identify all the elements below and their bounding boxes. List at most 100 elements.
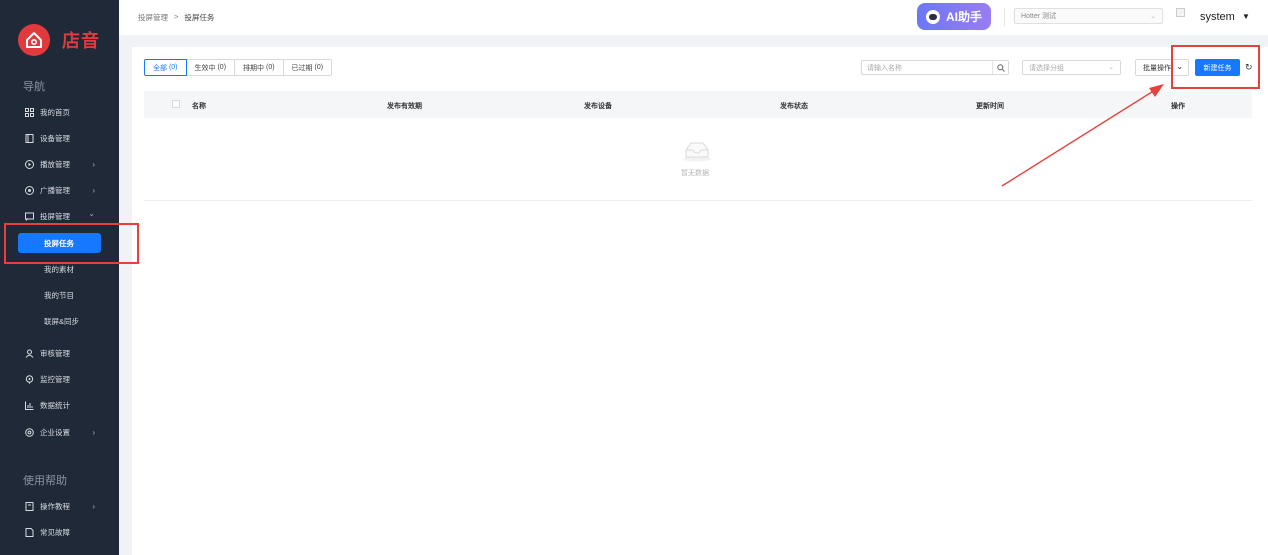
tab-active[interactable]: 生效中 (0) — [185, 59, 236, 76]
tab-label: 已过期 — [291, 64, 313, 72]
sidebar: 店音 导航 我的首页 设备管理 播放管理 › 广播管理 › 投屏管理 ⌄ 投屏任… — [0, 0, 119, 555]
brand-name: 店音 — [62, 31, 100, 51]
group-select[interactable]: 请选择分组 ⌄ — [1022, 60, 1121, 75]
sidebar-subitem-materials[interactable]: 我的素材 — [0, 257, 119, 281]
brand-logo[interactable]: 店音 — [18, 24, 100, 56]
sidebar-subitem-label: 联屏&同步 — [44, 316, 80, 326]
book-icon — [25, 501, 34, 511]
column-header-name: 名称 — [192, 103, 206, 110]
chevron-down-icon: ⌄ — [1176, 62, 1183, 71]
sidebar-subitem-label: 我的素材 — [44, 264, 74, 274]
organization-select[interactable]: Hotter 测试 ⌄ — [1014, 8, 1163, 24]
sidebar-item-label: 播放管理 — [40, 159, 70, 169]
empty-inbox-icon — [682, 140, 712, 164]
sidebar-item-label: 审核管理 — [40, 348, 70, 358]
tab-all[interactable]: 全部 (0) — [144, 59, 187, 76]
breadcrumb-separator: > — [174, 12, 179, 21]
grid-icon — [25, 107, 34, 117]
search-placeholder: 请输入名称 — [867, 64, 902, 72]
avatar[interactable] — [1176, 8, 1185, 17]
sidebar-subitem-cast-tasks[interactable]: 投屏任务 — [18, 233, 101, 253]
select-all-checkbox[interactable] — [172, 100, 180, 108]
breadcrumb-item[interactable]: 投屏管理 — [138, 12, 168, 23]
breadcrumb-current: 投屏任务 — [184, 13, 215, 22]
play-icon — [25, 159, 34, 169]
sidebar-subitem-sync[interactable]: 联屏&同步 — [0, 309, 119, 333]
sidebar-item-label: 数据统计 — [40, 400, 70, 410]
sidebar-item-faq[interactable]: 常见故障 — [0, 520, 119, 544]
sidebar-subitem-programs[interactable]: 我的节目 — [0, 283, 119, 307]
search-input[interactable]: 请输入名称 — [861, 60, 1009, 75]
sidebar-item-broadcast[interactable]: 广播管理 › — [0, 178, 119, 202]
sidebar-item-audit[interactable]: 审核管理 — [0, 341, 119, 365]
tab-expired[interactable]: 已过期 (0) — [282, 59, 333, 76]
status-tabs: 全部 (0) 生效中 (0) 排期中 (0) 已过期 (0) — [144, 59, 333, 76]
tab-scheduled[interactable]: 排期中 (0) — [234, 59, 284, 76]
chevron-down-icon: ⌄ — [1150, 13, 1156, 20]
chevron-right-icon: › — [92, 427, 95, 437]
chevron-right-icon: › — [92, 185, 95, 195]
tab-label: 排期中 — [243, 64, 265, 72]
tab-count: (0) — [265, 64, 275, 71]
chevron-down-icon: ⌄ — [88, 209, 95, 218]
table-header: 名称 发布有效期 发布设备 发布状态 更新时间 操作 — [144, 91, 1252, 118]
tab-count: (0) — [314, 64, 324, 71]
sidebar-item-label: 操作教程 — [40, 501, 70, 511]
chevron-right-icon: › — [92, 501, 95, 511]
empty-state-text: 暂无数据 — [681, 170, 709, 177]
tab-label: 生效中 — [194, 64, 216, 72]
device-icon — [25, 133, 34, 143]
column-header-devices: 发布设备 — [584, 103, 612, 110]
settings-icon — [25, 427, 34, 437]
user-name[interactable]: system — [1200, 11, 1235, 23]
cast-icon — [25, 212, 34, 221]
tab-count: (0) — [168, 64, 178, 71]
empty-state: 暂无数据 — [144, 118, 1252, 201]
sidebar-item-settings[interactable]: 企业设置 › — [0, 420, 119, 444]
sidebar-item-monitor[interactable]: 监控管理 — [0, 367, 119, 391]
search-icon[interactable] — [992, 61, 1008, 74]
new-task-label: 新建任务 — [1203, 64, 1232, 72]
organization-select-value: Hotter 测试 — [1021, 13, 1057, 20]
sidebar-item-label: 企业设置 — [40, 427, 70, 437]
tab-count: (0) — [217, 64, 227, 71]
chevron-down-icon: ⌄ — [1108, 64, 1114, 71]
breadcrumb: 投屏管理 > 投屏任务 — [138, 12, 214, 23]
header-divider — [1004, 8, 1005, 26]
column-header-status: 发布状态 — [780, 103, 808, 110]
sidebar-item-label: 监控管理 — [40, 374, 70, 384]
sidebar-item-label: 设备管理 — [40, 133, 70, 143]
ai-assistant-button[interactable]: AI助手 — [917, 3, 991, 30]
batch-operation-button[interactable]: 批量操作 ⌄ — [1135, 59, 1189, 76]
refresh-icon[interactable]: ↻ — [1245, 62, 1255, 72]
sidebar-item-label: 投屏管理 — [40, 211, 70, 221]
help-section-title: 使用帮助 — [23, 475, 67, 487]
doc-icon — [25, 527, 34, 537]
ai-assistant-label: AI助手 — [945, 10, 982, 24]
column-header-updated: 更新时间 — [976, 103, 1004, 110]
chevron-right-icon: › — [92, 159, 95, 169]
user-menu-caret-icon[interactable]: ▼ — [1242, 12, 1250, 21]
sidebar-item-home[interactable]: 我的首页 — [0, 100, 119, 124]
chart-icon — [25, 401, 34, 410]
sidebar-item-label: 我的首页 — [40, 107, 70, 117]
sidebar-item-tutorial[interactable]: 操作教程 › — [0, 494, 119, 518]
column-header-validity: 发布有效期 — [387, 103, 422, 110]
sidebar-item-devices[interactable]: 设备管理 — [0, 126, 119, 150]
main-card: 全部 (0) 生效中 (0) 排期中 (0) 已过期 (0) 请输入名称 请选择… — [132, 47, 1268, 555]
nav-section-title: 导航 — [23, 81, 45, 93]
home-logo-icon — [18, 24, 50, 56]
new-task-button[interactable]: 新建任务 — [1195, 59, 1240, 76]
monitor-icon — [25, 374, 34, 384]
sidebar-item-stats[interactable]: 数据统计 — [0, 393, 119, 417]
sidebar-item-playback[interactable]: 播放管理 › — [0, 152, 119, 176]
column-header-actions: 操作 — [1171, 103, 1185, 110]
sidebar-item-label: 广播管理 — [40, 185, 70, 195]
broadcast-icon — [25, 185, 34, 195]
tab-label: 全部 — [153, 64, 167, 72]
sidebar-item-cast[interactable]: 投屏管理 ⌄ — [0, 204, 119, 228]
top-header: 投屏管理 > 投屏任务 AI助手 Hotter 测试 ⌄ system ▼ — [119, 0, 1268, 35]
batch-operation-label: 批量操作 — [1143, 64, 1171, 72]
sidebar-subitem-label: 我的节目 — [44, 290, 74, 300]
sidebar-subitem-label: 投屏任务 — [44, 238, 74, 248]
